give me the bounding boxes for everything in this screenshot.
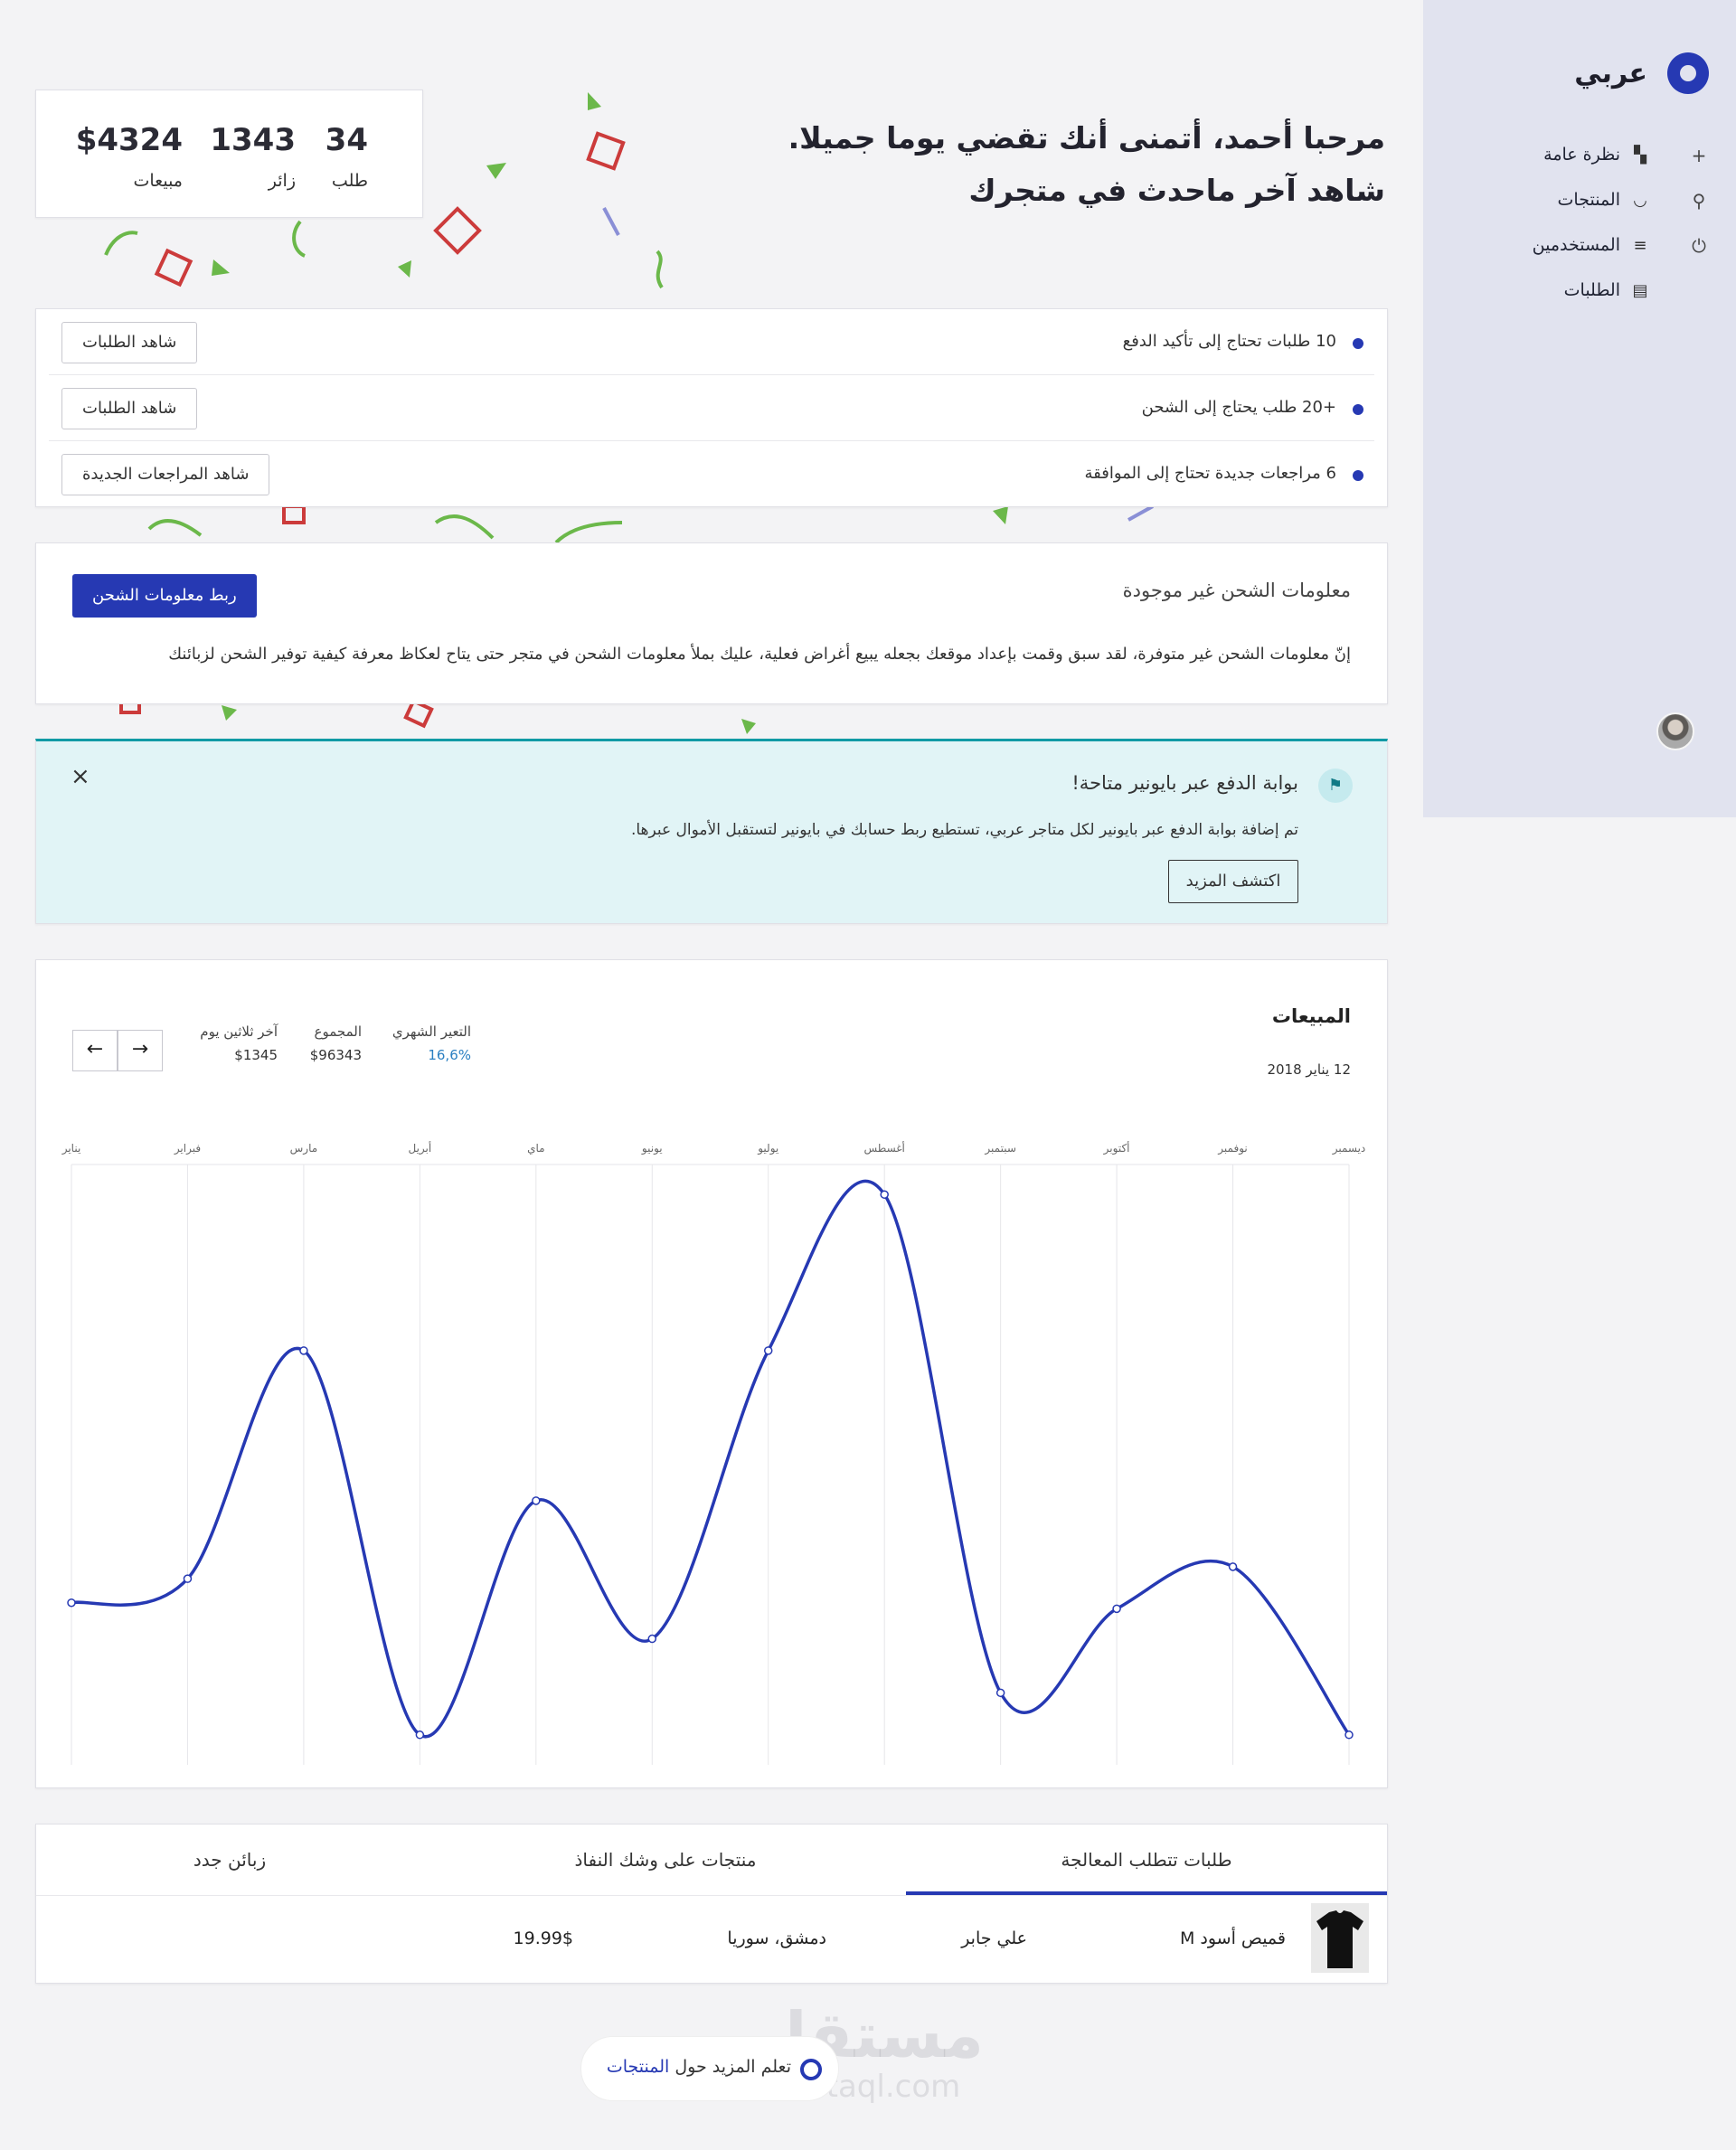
sidebar-item-products[interactable]: ⚲ ◡ المنتجات <box>1423 181 1736 226</box>
data-point[interactable] <box>299 1346 308 1355</box>
data-point[interactable] <box>880 1190 889 1199</box>
stat-value: $4324 <box>75 122 183 158</box>
sales-card: المبيعات 12 يناير 2018 التعير الشهري 16,… <box>35 959 1388 1788</box>
x-tick-label: نوفمبر <box>1217 1142 1247 1155</box>
stat-label: طلب <box>331 171 368 191</box>
stat-orders: 34 طلب <box>326 122 368 191</box>
connect-shipping-button[interactable]: ربط معلومات الشحن <box>72 574 257 618</box>
sidebar-item-label: المستخدمين <box>1532 235 1620 255</box>
sales-series-line <box>71 1179 1351 1739</box>
x-tick-label: أغسطس <box>863 1141 904 1155</box>
task-row: 6 مراجعات جديدة تحتاج إلى الموافقة شاهد … <box>49 441 1374 507</box>
customer-name: علي جابر <box>961 1928 1027 1948</box>
tab-new-customers[interactable]: زبائن جدد <box>34 1825 425 1895</box>
x-tick-label: مارس <box>290 1142 318 1155</box>
stat-visitors: 1343 زائر <box>210 122 296 191</box>
x-tick-label: ماي <box>527 1142 544 1155</box>
basket-icon: ◡ <box>1633 191 1647 210</box>
sliders-icon: ≡ <box>1633 236 1647 255</box>
sidebar-item-label: المنتجات <box>1557 190 1620 210</box>
task-text: 6 مراجعات جديدة تحتاج إلى الموافقة <box>1084 464 1336 483</box>
order-price: 19.99$ <box>513 1928 573 1948</box>
search-icon[interactable]: ⚲ <box>1689 191 1709 211</box>
power-icon[interactable]: ⏻ <box>1689 236 1709 256</box>
task-row: +20 طلب يحتاج إلى الشحن شاهد الطلبات <box>49 375 1374 441</box>
payoneer-alert: ⚑ بوابة الدفع عبر بايونير متاحة! تم إضاف… <box>35 739 1388 924</box>
view-orders-button[interactable]: شاهد الطلبات <box>61 388 198 429</box>
data-point[interactable] <box>415 1730 425 1740</box>
task-text: 10 طلبات تحتاج إلى تأكيد الدفع <box>1122 332 1336 351</box>
document-icon: ▤ <box>1632 281 1648 300</box>
data-point[interactable] <box>1344 1730 1354 1740</box>
view-reviews-button[interactable]: شاهد المراجعات الجديدة <box>61 454 270 495</box>
learn-more-link[interactable]: المنتجات <box>607 2057 669 2077</box>
x-tick-label: ديسمبر <box>1332 1142 1366 1155</box>
task-row: 10 طلبات تحتاج إلى تأكيد الدفع شاهد الطل… <box>49 309 1374 375</box>
shipping-card: معلومات الشحن غير موجودة ربط معلومات الش… <box>35 542 1388 704</box>
greeting-line-2: شاهد آخر ماحدث في متجرك <box>968 173 1385 208</box>
brand-logo-icon <box>1667 52 1709 94</box>
bullet-icon <box>1353 470 1363 481</box>
divider <box>36 1895 1387 1896</box>
x-tick-label: يوليو <box>757 1142 778 1155</box>
stat-value: 1343 <box>210 122 296 158</box>
data-point[interactable] <box>995 1688 1005 1698</box>
brand-name: عربي <box>1574 57 1647 90</box>
x-tick-label: يناير <box>61 1142 81 1155</box>
tab-pending-orders[interactable]: طلبات تتطلب المعالجة <box>906 1825 1387 1895</box>
data-point[interactable] <box>67 1598 76 1608</box>
alert-title: بوابة الدفع عبر بايونير متاحة! <box>1071 772 1298 794</box>
sidebar-item-label: نظرة عامة <box>1543 145 1620 165</box>
tabs-card: طلبات تتطلب المعالجة منتجات على وشك النف… <box>35 1824 1388 1984</box>
greeting-line-1: مرحبا أحمد، أتمنى أنك تقضي يوما جميلا. <box>788 120 1385 156</box>
x-tick-label: سبتمبر <box>984 1142 1015 1155</box>
data-point[interactable] <box>532 1496 541 1505</box>
data-point[interactable] <box>763 1346 773 1355</box>
data-point[interactable] <box>647 1634 657 1644</box>
dashboard-icon: ▚ <box>1634 146 1646 165</box>
flag-icon: ⚑ <box>1318 769 1353 803</box>
x-tick-label: أبريل <box>408 1141 431 1155</box>
tab-low-stock[interactable]: منتجات على وشك النفاذ <box>425 1825 906 1895</box>
x-tick-label: أكتوبر <box>1103 1141 1130 1155</box>
stat-sales: $4324 مبيعات <box>76 122 183 191</box>
tasks-card: 10 طلبات تحتاج إلى تأكيد الدفع شاهد الطل… <box>35 308 1388 507</box>
learn-more-prefix: تعلم المزيد حول <box>675 2057 791 2077</box>
sidebar-item-overview[interactable]: + ▚ نظرة عامة <box>1423 136 1736 181</box>
customer-location: دمشق، سوريا <box>727 1928 826 1948</box>
lifebuoy-icon <box>800 2059 822 2080</box>
plus-icon[interactable]: + <box>1689 146 1709 165</box>
x-tick-label: يونيو <box>641 1142 663 1155</box>
sidebar-item-orders[interactable]: ▤ الطلبات <box>1423 271 1736 316</box>
data-point[interactable] <box>1228 1562 1238 1571</box>
stat-label: مبيعات <box>133 171 184 191</box>
alert-text: تم إضافة بوابة الدفع عبر بايونير لكل متا… <box>630 821 1298 839</box>
data-point[interactable] <box>183 1574 193 1583</box>
stat-label: زائر <box>268 171 296 191</box>
close-icon[interactable]: × <box>71 763 90 790</box>
learn-more-pill[interactable]: تعلم المزيد حول المنتجات <box>580 2036 839 2101</box>
sidebar-item-label: الطلبات <box>1563 280 1620 300</box>
shipping-title: معلومات الشحن غير موجودة <box>1122 580 1351 601</box>
stat-value: 34 <box>325 122 368 158</box>
sidebar: عربي + ▚ نظرة عامة ⚲ ◡ المنتجات ⏻ ≡ المس… <box>1423 0 1736 817</box>
x-tick-label: فبراير <box>174 1142 201 1155</box>
brand[interactable]: عربي <box>1574 52 1709 94</box>
stats-card: 34 طلب 1343 زائر $4324 مبيعات <box>35 90 423 218</box>
bullet-icon <box>1353 404 1363 415</box>
discover-more-button[interactable]: اكتشف المزيد <box>1168 860 1298 903</box>
sales-line-chart: يناير فبراير مارس أبريل ماي يونيو يوليو أغسطس سب… <box>61 1141 1366 1765</box>
avatar[interactable] <box>1656 712 1694 750</box>
sidebar-nav: + ▚ نظرة عامة ⚲ ◡ المنتجات ⏻ ≡ المستخدمي… <box>1423 136 1736 316</box>
sidebar-item-users[interactable]: ⏻ ≡ المستخدمين <box>1423 226 1736 271</box>
view-orders-button[interactable]: شاهد الطلبات <box>61 322 198 363</box>
product-name[interactable]: قميص أسود M <box>1180 1928 1286 1948</box>
bullet-icon <box>1353 338 1363 349</box>
task-text: +20 طلب يحتاج إلى الشحن <box>1141 398 1336 417</box>
greeting: مرحبا أحمد، أتمنى أنك تقضي يوما جميلا. ش… <box>788 112 1385 217</box>
tshirt-product-image <box>1311 1903 1369 1973</box>
shipping-description: إنّ معلومات الشحن غير متوفرة، لقد سبق وق… <box>168 645 1351 664</box>
learn-more-text: تعلم المزيد حول المنتجات <box>607 2057 791 2077</box>
data-point[interactable] <box>1112 1604 1121 1614</box>
